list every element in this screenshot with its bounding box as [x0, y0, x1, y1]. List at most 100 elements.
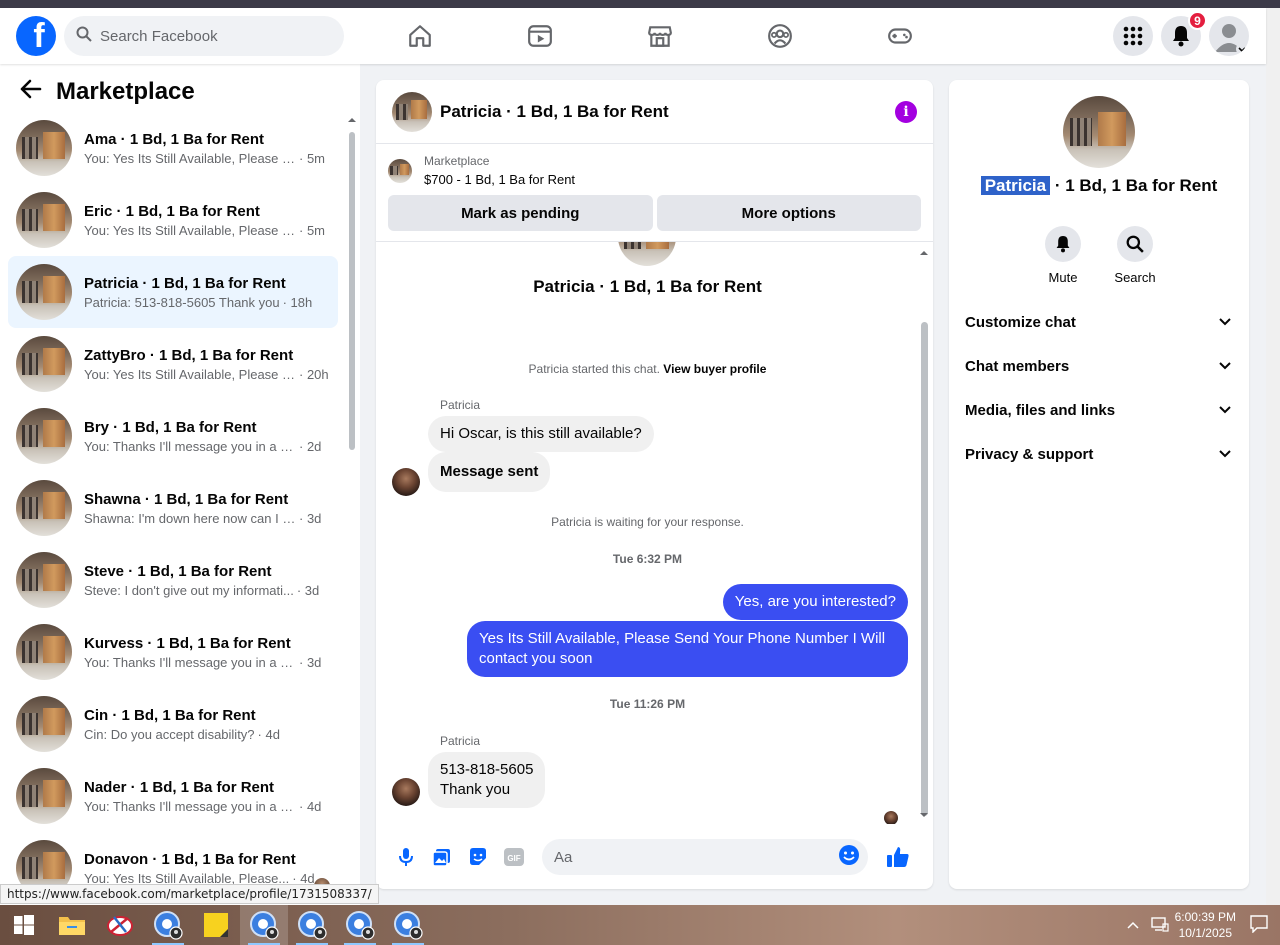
search-icon	[1126, 235, 1144, 253]
preview-text: You: Yes Its Still Available, Please S..…	[84, 150, 296, 166]
sender-avatar[interactable]	[392, 468, 420, 496]
notifications-button[interactable]: 9	[1161, 11, 1207, 56]
taskbar-clock[interactable]: 6:00:39 PM 10/1/2025	[1175, 909, 1236, 941]
listing-thumbnail	[16, 336, 72, 392]
snipping-tool-icon[interactable]	[96, 905, 144, 945]
listing-thumbnail	[16, 408, 72, 464]
chat-title[interactable]: Patricia · 1 Bd, 1 Ba for Rent	[440, 102, 895, 122]
search-box[interactable]: Search Facebook	[64, 16, 344, 56]
account-button[interactable]	[1209, 16, 1249, 56]
chat-members-row[interactable]: Chat members	[949, 344, 1249, 388]
back-arrow-icon[interactable]	[20, 78, 42, 106]
chrome-profile-icon[interactable]	[336, 905, 384, 945]
like-icon[interactable]	[880, 839, 916, 875]
selected-name-text[interactable]: Patricia	[980, 176, 1051, 195]
scroll-up-icon[interactable]	[346, 114, 358, 126]
outgoing-message[interactable]: Yes, are you interested?	[722, 584, 908, 620]
conversation-item[interactable]: Steve · 1 Bd, 1 Ba for Rent Steve: I don'…	[8, 544, 338, 616]
message-input[interactable]: Aa	[542, 839, 868, 875]
incoming-message[interactable]: Hi Oscar, is this still available?	[428, 416, 654, 452]
svg-text:GIF: GIF	[507, 854, 520, 863]
timestamp: Tue 11:26 PM	[609, 697, 686, 711]
conversation-item[interactable]: Ama · 1 Bd, 1 Ba for Rent You: Yes Its St…	[8, 112, 338, 184]
chrome-profile-icon[interactable]	[384, 905, 432, 945]
chrome-profile-icon[interactable]	[240, 905, 288, 945]
more-options-button[interactable]: More options	[656, 195, 921, 231]
scroll-down-icon[interactable]	[919, 810, 929, 820]
conversation-preview: You: Yes Its Still Available, Please S..…	[84, 151, 330, 166]
conversation-preview: You: Thanks I'll message you in a m... · …	[84, 799, 330, 814]
chrome-profile-icon[interactable]	[144, 905, 192, 945]
search-in-chat-button[interactable]: Search	[1114, 226, 1156, 285]
nav-home-icon[interactable]	[360, 8, 480, 64]
conversation-item[interactable]: Eric · 1 Bd, 1 Ba for Rent You: Yes Its S…	[8, 184, 338, 256]
media-files-links-row[interactable]: Media, files and links	[949, 388, 1249, 432]
nav-video-icon[interactable]	[480, 8, 600, 64]
nav-marketplace-icon[interactable]	[600, 8, 720, 64]
sidebar-scroll-thumb[interactable]	[349, 132, 355, 450]
photo-icon[interactable]	[424, 839, 460, 875]
view-buyer-profile-link[interactable]: View buyer profile	[663, 362, 766, 376]
sidebar-scrollbar[interactable]	[346, 114, 358, 905]
network-icon[interactable]	[1150, 916, 1169, 935]
conversation-preview: You: Thanks I'll message you in a m... · …	[84, 655, 330, 670]
listing-price-title[interactable]: $700 - 1 Bd, 1 Ba for Rent	[424, 172, 575, 187]
chrome-profile-icon[interactable]	[288, 905, 336, 945]
info-icon[interactable]: i	[895, 100, 917, 123]
conversation-item[interactable]: Kurvess · 1 Bd, 1 Ba for Rent You: Thanks…	[8, 616, 338, 688]
conversation-name: Kurvess · 1 Bd, 1 Ba for Rent	[84, 634, 291, 652]
conversation-text: Shawna · 1 Bd, 1 Ba for Rent Shawna: I'm …	[84, 491, 330, 526]
menu-grid-button[interactable]	[1113, 16, 1153, 56]
incoming-message[interactable]: 513-818-5605 Thank you	[428, 752, 546, 808]
menu-label: Privacy & support	[965, 445, 1094, 463]
scroll-up-icon[interactable]	[919, 248, 929, 258]
windows-taskbar: 6:00:39 PM 10/1/2025	[0, 905, 1280, 945]
file-explorer-icon[interactable]	[48, 905, 96, 945]
listing-mini-thumbnail[interactable]	[388, 158, 412, 183]
marketplace-label: Marketplace	[424, 154, 490, 168]
conversation-name: Nader · 1 Bd, 1 Ba for Rent	[84, 778, 275, 796]
notification-center-icon[interactable]	[1250, 914, 1268, 936]
conversation-item[interactable]: ZattyBro · 1 Bd, 1 Ba for Rent You: Yes I…	[8, 328, 338, 400]
customize-chat-row[interactable]: Customize chat	[949, 300, 1249, 344]
conversation-item[interactable]: Patricia · 1 Bd, 1 Ba for Rent Patricia: …	[8, 256, 338, 328]
preview-text: You: Thanks I'll message you in a m...	[84, 654, 296, 670]
chat-header: Patricia · 1 Bd, 1 Ba for Rent i	[376, 80, 933, 144]
microphone-icon[interactable]	[388, 839, 424, 875]
timestamp: Tue 6:32 PM	[612, 552, 683, 566]
preview-time: · 18h	[282, 294, 313, 310]
page-scrollbar[interactable]	[1266, 8, 1280, 905]
conversation-text: Eric · 1 Bd, 1 Ba for Rent You: Yes Its S…	[84, 203, 330, 238]
facebook-logo[interactable]: f	[16, 16, 56, 56]
sticker-icon[interactable]	[460, 839, 496, 875]
preview-text: Steve: I don't give out my informati...	[84, 582, 294, 598]
thread-scrollbar[interactable]	[919, 248, 929, 820]
main-nav	[360, 8, 960, 64]
thread-scroll-thumb[interactable]	[921, 322, 928, 816]
conversation-preview: Patricia: 513-818-5605 Thank you · 18h	[84, 295, 330, 310]
conversation-item[interactable]: Cin · 1 Bd, 1 Ba for Rent Cin: Do you acc…	[8, 688, 338, 760]
outgoing-message[interactable]: Yes Its Still Available, Please Send You…	[467, 621, 908, 677]
gif-icon[interactable]: GIF	[496, 839, 532, 875]
conversation-text: ZattyBro · 1 Bd, 1 Ba for Rent You: Yes I…	[84, 347, 330, 382]
chevron-up-icon[interactable]	[1127, 918, 1139, 932]
chat-info-title: Patricia · 1 Bd, 1 Ba for Rent	[949, 176, 1249, 196]
emoji-icon[interactable]	[838, 844, 860, 870]
listing-thumbnail[interactable]	[392, 91, 432, 132]
nav-groups-icon[interactable]	[720, 8, 840, 64]
chat-profile-thumbnail[interactable]	[1063, 96, 1135, 168]
search-input[interactable]: Search Facebook	[100, 28, 218, 45]
incoming-message[interactable]: Message sent	[428, 452, 551, 492]
privacy-support-row[interactable]: Privacy & support	[949, 432, 1249, 476]
preview-time: · 4d	[299, 798, 322, 814]
mute-button[interactable]: Mute	[1045, 226, 1081, 285]
mark-as-pending-button[interactable]: Mark as pending	[388, 195, 653, 231]
sender-avatar[interactable]	[392, 778, 420, 806]
nav-gaming-icon[interactable]	[840, 8, 960, 64]
sticky-notes-icon[interactable]	[192, 905, 240, 945]
conversation-item[interactable]: Shawna · 1 Bd, 1 Ba for Rent Shawna: I'm …	[8, 472, 338, 544]
conversation-item[interactable]: Bry · 1 Bd, 1 Ba for Rent You: Thanks I'l…	[8, 400, 338, 472]
waiting-note: Patricia is waiting for your response.	[551, 515, 744, 529]
start-button[interactable]	[0, 905, 48, 945]
conversation-item[interactable]: Nader · 1 Bd, 1 Ba for Rent You: Thanks I…	[8, 760, 338, 832]
